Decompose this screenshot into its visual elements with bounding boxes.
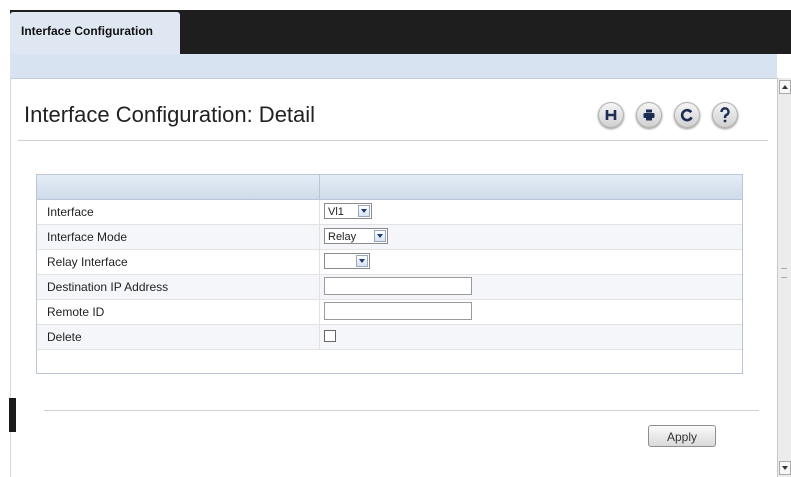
row-delete: Delete <box>37 325 742 350</box>
row-destination-ip: Destination IP Address <box>37 275 742 300</box>
chevron-down-icon <box>374 230 386 242</box>
column-divider <box>319 225 320 249</box>
interface-mode-select-value: Relay <box>328 231 357 243</box>
scroll-grip-icon <box>781 268 787 278</box>
row-label-destination-ip: Destination IP Address <box>47 280 169 294</box>
interface-select-value: Vl1 <box>328 206 344 218</box>
sub-header-bar <box>10 54 777 79</box>
row-label-interface: Interface <box>47 205 94 219</box>
remote-id-input[interactable] <box>324 302 472 320</box>
column-divider <box>319 325 320 349</box>
relay-interface-select[interactable] <box>324 253 370 269</box>
row-remote-id: Remote ID <box>37 300 742 325</box>
scroll-up-icon[interactable] <box>779 80 791 94</box>
column-divider <box>319 200 320 224</box>
footer-divider <box>44 410 759 411</box>
vertical-scrollbar[interactable] <box>777 78 791 477</box>
row-interface: Interface Vl1 <box>37 200 742 225</box>
page-title: Interface Configuration: Detail <box>24 102 316 127</box>
row-label-delete: Delete <box>47 330 82 344</box>
destination-ip-input[interactable] <box>324 277 472 295</box>
delete-checkbox[interactable] <box>324 330 336 342</box>
interface-mode-select[interactable]: Relay <box>324 228 388 244</box>
row-interface-mode: Interface Mode Relay <box>37 225 742 250</box>
title-divider <box>18 140 768 141</box>
column-divider <box>319 300 320 324</box>
column-divider <box>319 275 320 299</box>
apply-button[interactable]: Apply <box>648 425 716 447</box>
row-label-remote-id: Remote ID <box>47 305 105 319</box>
table-header <box>37 175 742 200</box>
interface-settings-table: Interface Vl1 Interface Mode Relay Relay… <box>36 174 743 374</box>
interface-select[interactable]: Vl1 <box>324 203 372 219</box>
scroll-down-icon[interactable] <box>779 461 791 475</box>
row-label-relay-interface: Relay Interface <box>47 255 128 269</box>
refresh-icon[interactable] <box>674 102 700 128</box>
row-label-interface-mode: Interface Mode <box>47 230 128 244</box>
row-relay-interface: Relay Interface <box>37 250 742 275</box>
tab-interface-configuration[interactable]: Interface Configuration <box>10 12 180 54</box>
help-icon[interactable] <box>712 102 738 128</box>
side-handle[interactable] <box>9 398 16 432</box>
print-icon[interactable] <box>636 102 662 128</box>
save-icon[interactable] <box>598 102 624 128</box>
header-divider <box>319 175 320 199</box>
chevron-down-icon <box>358 205 370 217</box>
tab-label: Interface Configuration <box>21 24 154 38</box>
chevron-down-icon <box>356 255 368 267</box>
column-divider <box>319 250 320 274</box>
